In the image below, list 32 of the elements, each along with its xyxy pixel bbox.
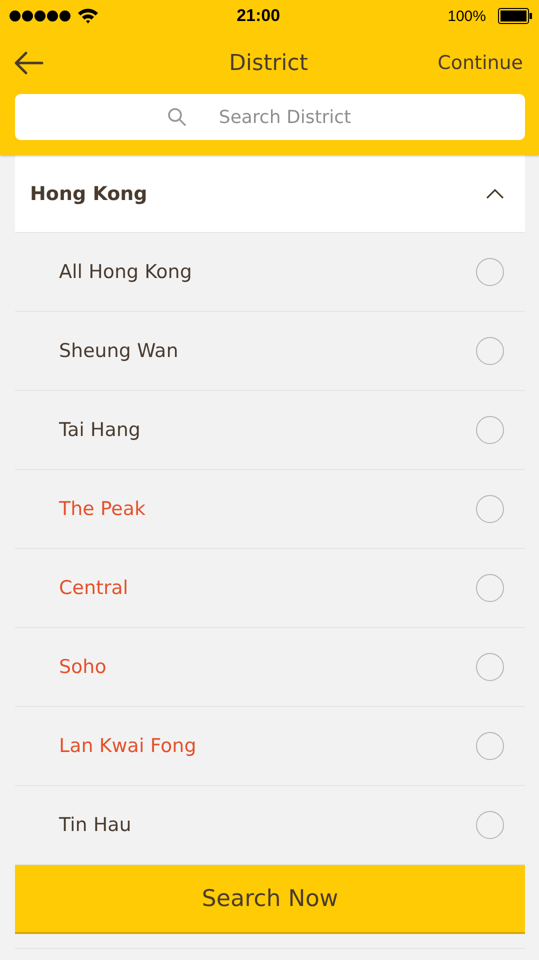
district-name: All Hong Kong — [59, 261, 192, 283]
search-field[interactable]: Search District — [15, 94, 525, 140]
district-row[interactable]: All Hong Kong — [15, 233, 525, 312]
wifi-icon — [77, 8, 99, 24]
radio-button[interactable] — [476, 653, 504, 681]
radio-button[interactable] — [476, 258, 504, 286]
radio-button[interactable] — [476, 811, 504, 839]
radio-button[interactable] — [476, 416, 504, 444]
radio-button[interactable] — [476, 574, 504, 602]
signal-icon — [9, 10, 71, 22]
status-time: 21:00 — [236, 6, 282, 26]
group-header[interactable]: Hong Kong — [15, 155, 525, 233]
district-row[interactable]: Sheung Wan — [15, 312, 525, 391]
radio-button[interactable] — [476, 337, 504, 365]
back-button[interactable] — [14, 51, 44, 75]
continue-button[interactable]: Continue — [438, 52, 523, 74]
district-name: Central — [59, 577, 128, 599]
battery-percentage: 100% — [448, 8, 486, 24]
search-icon — [167, 107, 187, 127]
radio-button[interactable] — [476, 495, 504, 523]
district-name: Tai Hang — [59, 419, 140, 441]
district-name: The Peak — [59, 498, 146, 520]
back-arrow-icon — [14, 51, 44, 75]
district-name: Soho — [59, 656, 106, 678]
district-name: Lan Kwai Fong — [59, 735, 196, 757]
radio-button[interactable] — [476, 732, 504, 760]
search-now-button[interactable]: Search Now — [15, 865, 525, 934]
district-row[interactable]: Tai Hang — [15, 391, 525, 470]
district-name: Tin Hau — [59, 814, 132, 836]
battery-icon — [498, 8, 532, 24]
screen-title: District — [228, 50, 308, 76]
district-name: Sheung Wan — [59, 340, 178, 362]
